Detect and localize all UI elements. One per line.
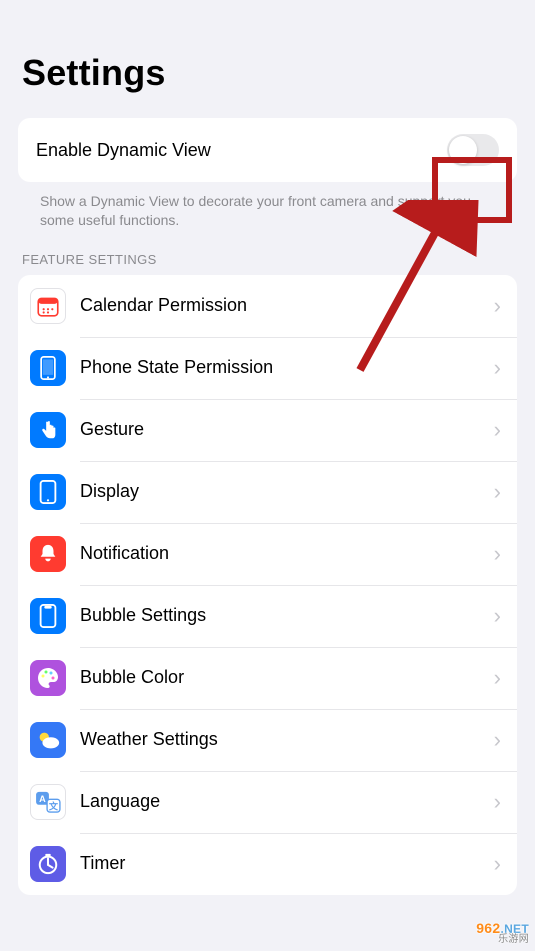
setting-row-calendar[interactable]: Calendar Permission› — [18, 275, 517, 337]
setting-row-language[interactable]: A文 Language› — [18, 771, 517, 833]
setting-label: Calendar Permission — [80, 295, 494, 316]
chevron-right-icon: › — [494, 479, 501, 505]
setting-label: Phone State Permission — [80, 357, 494, 378]
chevron-right-icon: › — [494, 603, 501, 629]
page-title: Settings — [0, 0, 535, 118]
calendar-icon — [30, 288, 66, 324]
bell-icon — [30, 536, 66, 572]
enable-dynamic-row[interactable]: Enable Dynamic View — [18, 118, 517, 182]
watermark: 962.NET 乐游网 — [476, 921, 529, 945]
gesture-icon — [30, 412, 66, 448]
setting-row-bell[interactable]: Notification› — [18, 523, 517, 585]
chevron-right-icon: › — [494, 851, 501, 877]
timer-icon — [30, 846, 66, 882]
enable-dynamic-toggle[interactable] — [447, 134, 499, 166]
setting-row-palette[interactable]: Bubble Color› — [18, 647, 517, 709]
setting-label: Notification — [80, 543, 494, 564]
enable-dynamic-description: Show a Dynamic View to decorate your fro… — [0, 182, 535, 252]
setting-label: Display — [80, 481, 494, 502]
setting-row-phone[interactable]: Phone State Permission› — [18, 337, 517, 399]
chevron-right-icon: › — [494, 355, 501, 381]
phone-icon — [30, 350, 66, 386]
palette-icon — [30, 660, 66, 696]
chevron-right-icon: › — [494, 541, 501, 567]
chevron-right-icon: › — [494, 789, 501, 815]
toggle-knob — [449, 136, 477, 164]
svg-text:A: A — [39, 794, 46, 804]
enable-dynamic-card: Enable Dynamic View — [18, 118, 517, 182]
setting-label: Weather Settings — [80, 729, 494, 750]
setting-row-bubble[interactable]: Bubble Settings› — [18, 585, 517, 647]
bubble-icon — [30, 598, 66, 634]
setting-row-weather[interactable]: Weather Settings› — [18, 709, 517, 771]
setting-label: Timer — [80, 853, 494, 874]
feature-settings-header: FEATURE SETTINGS — [0, 252, 535, 275]
display-icon — [30, 474, 66, 510]
weather-icon — [30, 722, 66, 758]
setting-row-display[interactable]: Display› — [18, 461, 517, 523]
setting-label: Language — [80, 791, 494, 812]
setting-row-gesture[interactable]: Gesture› — [18, 399, 517, 461]
svg-text:文: 文 — [49, 800, 59, 811]
chevron-right-icon: › — [494, 417, 501, 443]
chevron-right-icon: › — [494, 293, 501, 319]
language-icon: A文 — [30, 784, 66, 820]
setting-label: Gesture — [80, 419, 494, 440]
chevron-right-icon: › — [494, 665, 501, 691]
setting-row-timer[interactable]: Timer› — [18, 833, 517, 895]
setting-label: Bubble Settings — [80, 605, 494, 626]
chevron-right-icon: › — [494, 727, 501, 753]
feature-settings-list: Calendar Permission›Phone State Permissi… — [18, 275, 517, 895]
enable-dynamic-label: Enable Dynamic View — [36, 140, 447, 161]
setting-label: Bubble Color — [80, 667, 494, 688]
